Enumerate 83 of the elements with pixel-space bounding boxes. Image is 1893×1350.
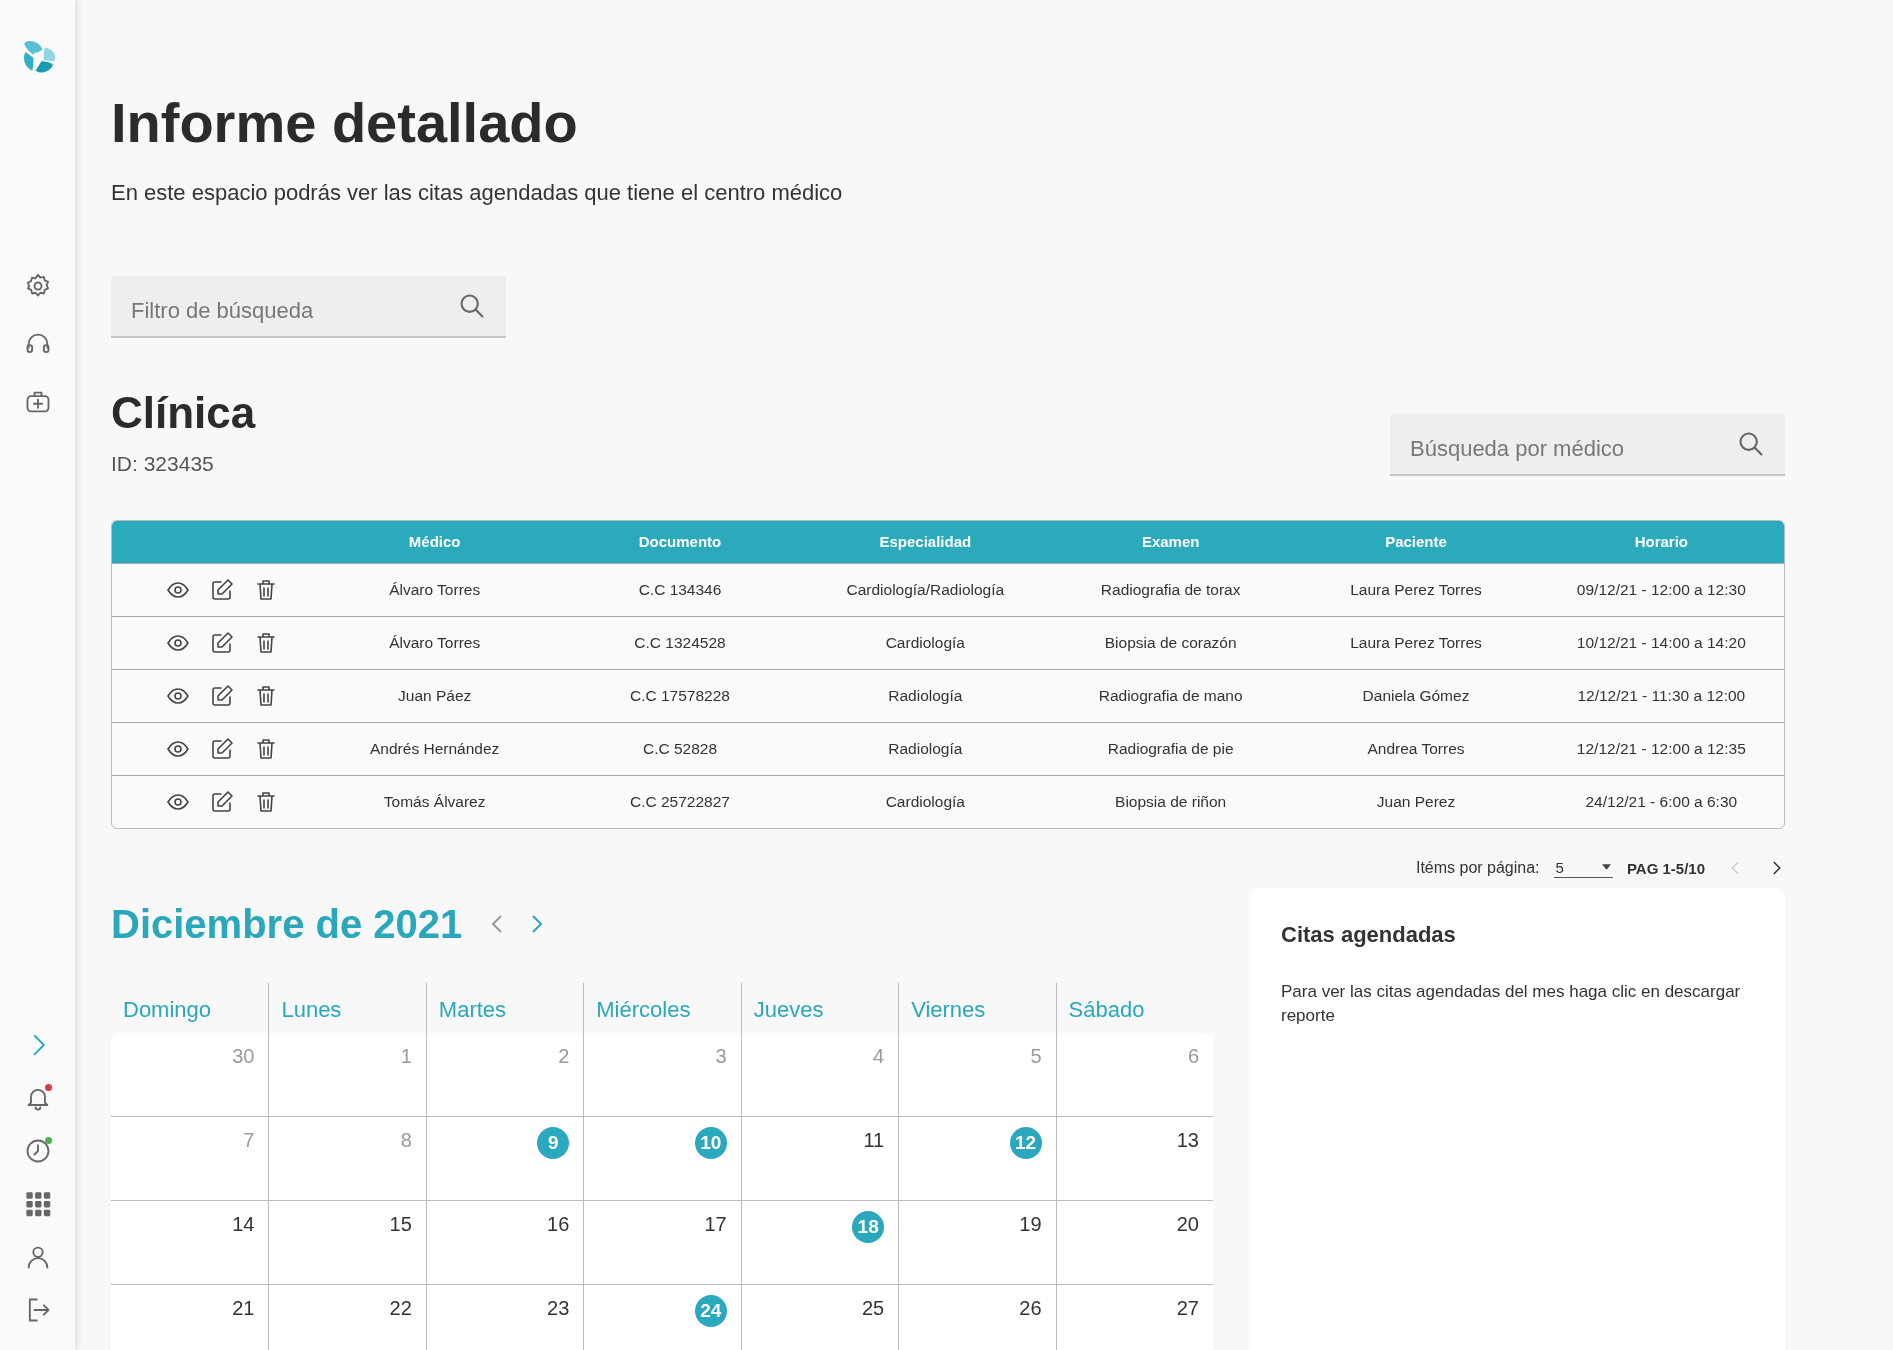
weekday-label: Miércoles <box>596 996 691 1022</box>
search-icon[interactable] <box>1737 429 1765 458</box>
search-field[interactable]: Filtro de búsqueda <box>111 275 506 338</box>
weekday-label: Lunes <box>281 996 342 1022</box>
caret-icon <box>1601 864 1611 871</box>
day-number[interactable]: 11 <box>863 1128 885 1152</box>
table-cell-text: C.C 52828 <box>641 739 719 758</box>
day-number[interactable]: 23 <box>547 1296 570 1320</box>
table-cell-text: 12/12/21 - 11:30 a 12:00 <box>1576 686 1747 705</box>
table-cell-text: Radiología <box>887 739 964 758</box>
table-cell-text: Radiografia de torax <box>1099 580 1242 599</box>
table-cell-text: Cardiología/Radiología <box>845 580 1006 599</box>
day-number[interactable]: 26 <box>1019 1296 1042 1320</box>
column-header: Médico <box>407 533 462 551</box>
table-cell-text: Daniela Gómez <box>1361 686 1471 705</box>
card-title: Citas agendadas <box>1281 921 1457 948</box>
table-cell-text: Cardiología <box>884 633 966 652</box>
table-cell-text: 12/12/21 - 12:00 a 12:35 <box>1575 739 1747 758</box>
table-cell-text: Tomás Álvarez <box>382 792 487 811</box>
table-cell-text: Juan Perez <box>1375 792 1457 811</box>
day-number[interactable]: 13 <box>1176 1128 1199 1152</box>
table-cell-text: Laura Perez Torres <box>1349 633 1483 652</box>
weekday-label: Domingo <box>123 996 212 1022</box>
day-number[interactable]: 25 <box>861 1296 885 1320</box>
day-number[interactable]: 15 <box>389 1212 412 1236</box>
edit-icon[interactable] <box>210 683 234 708</box>
table-cell-text: 24/12/21 - 6:00 a 6:30 <box>1584 792 1739 811</box>
table-cell-text: C.C 1324528 <box>633 633 727 652</box>
table-cell-text: C.C 25722827 <box>629 792 731 811</box>
page-range: PAG 1-5/10 <box>1626 859 1705 877</box>
clinic-id: ID: 323435 <box>111 451 215 476</box>
search-icon[interactable] <box>458 291 486 320</box>
day-number[interactable]: 14 <box>232 1212 255 1236</box>
table-cell-text: Radiografia de pie <box>1106 739 1235 758</box>
items-per-page-label: Itéms por página: <box>1415 859 1540 878</box>
table-cell-text: Álvaro Torres <box>388 580 482 599</box>
table-cell-text: Radiología <box>887 686 964 705</box>
weekday-label: Viernes <box>911 996 986 1022</box>
section-title: Clínica <box>111 387 256 438</box>
table-cell-text: Andrés Hernández <box>369 739 501 758</box>
edit-icon[interactable] <box>210 577 234 602</box>
table-cell-text: Radiografia de mano <box>1097 686 1244 705</box>
table-cell-text: Cardiología <box>884 792 966 811</box>
delete-icon[interactable] <box>254 683 278 708</box>
column-header: Examen <box>1140 533 1201 551</box>
doctor-search-field[interactable]: Búsqueda por médico <box>1390 413 1785 476</box>
table-cell-text: Andrea Torres <box>1366 739 1466 758</box>
day-number[interactable]: 21 <box>232 1296 255 1320</box>
apps-grid-icon[interactable] <box>23 1190 52 1218</box>
weekday-label: Jueves <box>753 996 824 1022</box>
edit-icon[interactable] <box>210 736 234 761</box>
page-title: Informe detallado <box>111 92 579 154</box>
day-number[interactable]: 16 <box>547 1212 570 1236</box>
month-title: Diciembre de 2021 <box>111 901 463 947</box>
table-cell-text: Biopsia de corazón <box>1103 633 1238 652</box>
table-cell-text: C.C 134346 <box>637 580 723 599</box>
page-subtitle: En este espacio podrás ver las citas agendadas que tiene el centro médico <box>111 179 844 206</box>
table-cell-text: C.C 17578228 <box>629 686 731 705</box>
table-cell-text: Biopsia de riñon <box>1114 792 1228 811</box>
delete-icon[interactable] <box>254 736 278 761</box>
edit-icon[interactable] <box>210 789 234 814</box>
table-cell-text: Juan Páez <box>397 686 473 705</box>
table-cell-text: 09/12/21 - 12:00 a 12:30 <box>1575 580 1747 599</box>
day-number[interactable]: 20 <box>1176 1212 1199 1236</box>
table-cell-text: Laura Perez Torres <box>1349 580 1483 599</box>
column-header: Documento <box>637 533 723 551</box>
day-number[interactable]: 19 <box>1019 1212 1042 1236</box>
column-header: Paciente <box>1384 533 1448 551</box>
table-cell-text: 10/12/21 - 14:00 a 14:20 <box>1575 633 1747 652</box>
day-number[interactable]: 22 <box>389 1296 412 1320</box>
delete-icon[interactable] <box>254 789 278 814</box>
card-text: Para ver las citas agendadas del mes haga clic en descargar reporte <box>1281 980 1742 1028</box>
table-cell-text: Álvaro Torres <box>388 633 482 652</box>
items-per-page-select[interactable]: 5 <box>1553 858 1613 878</box>
delete-icon[interactable] <box>254 577 278 602</box>
delete-icon[interactable] <box>254 630 278 655</box>
day-number[interactable]: 27 <box>1176 1296 1199 1320</box>
weekday-label: Sábado <box>1068 996 1145 1022</box>
weekday-label: Martes <box>438 996 507 1022</box>
edit-icon[interactable] <box>210 630 234 655</box>
column-header: Especialidad <box>878 533 973 551</box>
column-header: Horario <box>1633 533 1689 551</box>
day-number[interactable]: 17 <box>704 1212 727 1236</box>
